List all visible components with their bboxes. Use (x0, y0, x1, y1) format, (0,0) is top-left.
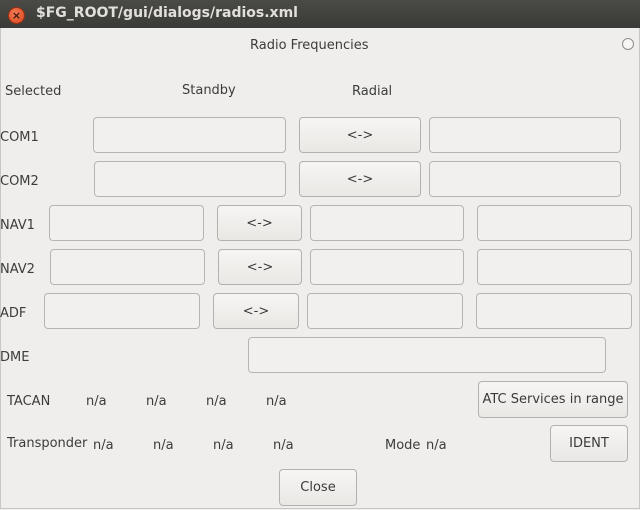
tacan-label: TACAN (7, 394, 51, 409)
title-bar: × $FG_ROOT/gui/dialogs/radios.xml (0, 0, 640, 29)
transponder-value-1: n/a (93, 438, 114, 453)
com1-label: COM1 (0, 130, 39, 145)
nav2-standby-field[interactable] (310, 249, 464, 285)
adf-radial-field[interactable] (476, 293, 632, 329)
dialog-title: Radio Frequencies (250, 38, 369, 53)
transponder-value-2: n/a (153, 438, 174, 453)
close-button[interactable]: Close (279, 469, 357, 506)
close-window-icon[interactable]: × (8, 7, 25, 24)
atc-services-button[interactable]: ATC Services in range (478, 381, 628, 418)
mode-label: Mode (385, 438, 421, 453)
header-radial: Radial (352, 84, 393, 99)
tacan-value-2: n/a (146, 394, 167, 409)
dialog-radio-toggle[interactable] (622, 38, 634, 50)
nav1-radial-field[interactable] (477, 205, 632, 241)
nav2-selected-field[interactable] (50, 249, 205, 285)
dme-field[interactable] (248, 337, 606, 373)
com2-swap-button[interactable]: <-> (299, 161, 421, 197)
adf-label: ADF (0, 306, 27, 321)
com2-selected-field[interactable] (94, 161, 286, 197)
nav1-label: NAV1 (0, 218, 35, 233)
dme-label: DME (0, 350, 30, 365)
adf-selected-field[interactable] (44, 293, 200, 329)
com1-swap-button[interactable]: <-> (299, 117, 421, 153)
tacan-value-4: n/a (266, 394, 287, 409)
com2-label: COM2 (0, 174, 39, 189)
ident-button[interactable]: IDENT (550, 425, 628, 462)
tacan-value-1: n/a (86, 394, 107, 409)
nav1-selected-field[interactable] (49, 205, 204, 241)
adf-standby-field[interactable] (307, 293, 463, 329)
com1-standby-field[interactable] (429, 117, 621, 153)
adf-swap-button[interactable]: <-> (213, 293, 299, 329)
mode-value: n/a (426, 438, 447, 453)
com1-selected-field[interactable] (93, 117, 286, 153)
nav2-label: NAV2 (0, 262, 35, 277)
nav2-swap-button[interactable]: <-> (218, 249, 302, 285)
tacan-value-3: n/a (206, 394, 227, 409)
nav1-standby-field[interactable] (310, 205, 464, 241)
nav2-radial-field[interactable] (477, 249, 632, 285)
transponder-label: Transponder (7, 436, 88, 451)
com2-standby-field[interactable] (429, 161, 621, 197)
header-standby: Standby (182, 83, 236, 98)
transponder-value-4: n/a (273, 438, 294, 453)
window-title: $FG_ROOT/gui/dialogs/radios.xml (36, 5, 298, 21)
nav1-swap-button[interactable]: <-> (217, 205, 302, 241)
header-selected: Selected (5, 84, 62, 99)
transponder-value-3: n/a (213, 438, 234, 453)
